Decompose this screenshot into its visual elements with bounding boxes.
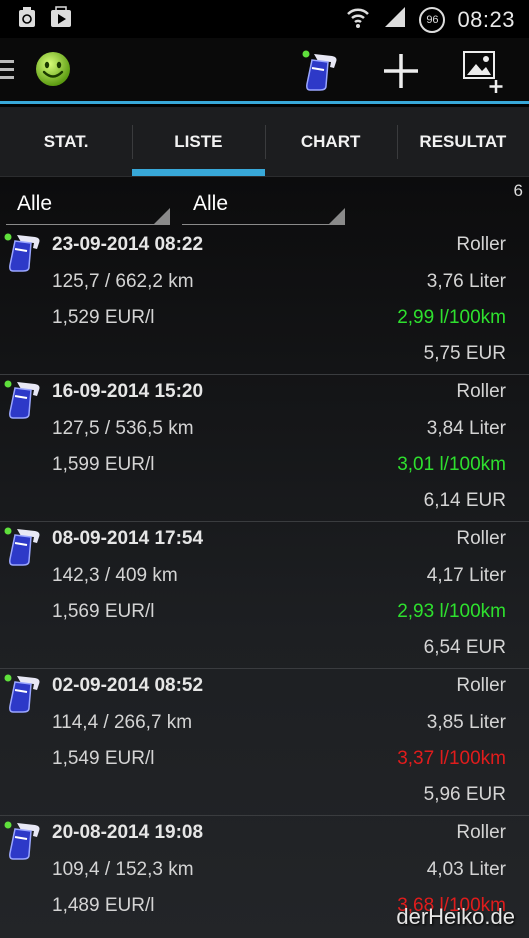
fuel-pump-icon bbox=[3, 231, 45, 278]
recycle-icon bbox=[18, 6, 36, 33]
entry-vehicle: Roller bbox=[456, 675, 506, 696]
menu-icon[interactable] bbox=[0, 60, 14, 84]
fuel-pump-icon bbox=[3, 672, 45, 719]
entry-price-per-liter: 1,489 EUR/l bbox=[52, 895, 155, 916]
fuel-entry-list[interactable]: Alle Alle 6 23-09-2014 08:22 125,7 / 662,… bbox=[0, 177, 529, 938]
entry-date: 08-09-2014 17:54 bbox=[52, 528, 204, 549]
action-bar bbox=[0, 38, 529, 104]
tab-resultat[interactable]: RESULTAT bbox=[396, 107, 529, 176]
fuel-pump-icon bbox=[3, 378, 45, 425]
dropdown-arrow-icon bbox=[329, 208, 345, 224]
battery-level: 96 bbox=[426, 13, 439, 26]
vehicle-filter-dropdown[interactable]: Alle bbox=[6, 187, 170, 225]
entry-distance: 127,5 / 536,5 km bbox=[52, 418, 194, 439]
entry-vehicle: Roller bbox=[456, 381, 506, 402]
status-time: 08:23 bbox=[457, 6, 515, 32]
entry-consumption: 2,93 l/100km bbox=[397, 601, 506, 622]
entry-liters: 4,17 Liter bbox=[426, 565, 506, 586]
tab-label: CHART bbox=[300, 131, 361, 151]
entry-liters: 3,85 Liter bbox=[426, 712, 506, 733]
tab-label: LISTE bbox=[174, 131, 223, 151]
entry-price-per-liter: 1,549 EUR/l bbox=[52, 748, 155, 769]
dropdown-arrow-icon bbox=[154, 208, 170, 224]
entry-price-per-liter: 1,599 EUR/l bbox=[52, 454, 155, 475]
tab-chart[interactable]: CHART bbox=[264, 107, 397, 176]
fuel-pump-icon bbox=[3, 525, 45, 572]
entry-date: 02-09-2014 08:52 bbox=[52, 675, 204, 696]
app-smiley-icon[interactable] bbox=[34, 50, 72, 88]
entry-count: 6 bbox=[513, 181, 523, 200]
list-item[interactable]: 08-09-2014 17:54 142,3 / 409 km 1,569 EUR/… bbox=[0, 523, 529, 669]
entry-vehicle: Roller bbox=[456, 528, 506, 549]
tab-stat[interactable]: STAT. bbox=[0, 107, 132, 176]
entry-distance: 114,4 / 266,7 km bbox=[52, 712, 193, 733]
fuel-filter-dropdown[interactable]: Alle bbox=[182, 187, 345, 225]
entry-distance: 125,7 / 662,2 km bbox=[52, 271, 194, 292]
status-bar: 96 08:23 bbox=[0, 0, 529, 38]
vehicle-filter-value: Alle bbox=[17, 192, 53, 215]
entry-liters: 3,84 Liter bbox=[426, 418, 506, 439]
entry-date: 16-09-2014 15:20 bbox=[52, 381, 204, 402]
entry-cost: 5,96 EUR bbox=[423, 784, 506, 805]
entry-consumption: 3,01 l/100km bbox=[397, 454, 506, 475]
play-store-icon bbox=[50, 6, 72, 33]
filter-bar: Alle Alle 6 bbox=[0, 177, 529, 229]
entry-date: 20-08-2014 19:08 bbox=[52, 822, 204, 843]
list-item[interactable]: 23-09-2014 08:22 125,7 / 662,2 km 1,529 EU… bbox=[0, 229, 529, 375]
tab-label: RESULTAT bbox=[419, 131, 507, 151]
entry-consumption: 2,99 l/100km bbox=[397, 307, 506, 328]
entry-vehicle: Roller bbox=[456, 822, 506, 843]
entry-price-per-liter: 1,569 EUR/l bbox=[52, 601, 155, 622]
fuel-pump-icon bbox=[3, 819, 45, 866]
entry-price-per-liter: 1,529 EUR/l bbox=[52, 307, 155, 328]
wifi-icon bbox=[345, 4, 371, 35]
entry-date: 23-09-2014 08:22 bbox=[52, 234, 204, 255]
watermark: derHeiko.de bbox=[396, 904, 515, 929]
tab-liste[interactable]: LISTE bbox=[132, 107, 265, 176]
entry-cost: 6,54 EUR bbox=[423, 637, 506, 658]
tab-label: STAT. bbox=[43, 131, 89, 151]
battery-icon: 96 bbox=[419, 6, 446, 33]
entry-vehicle: Roller bbox=[456, 234, 506, 255]
entry-cost: 5,75 EUR bbox=[423, 343, 506, 364]
entry-consumption: 3,37 l/100km bbox=[397, 748, 506, 769]
entry-distance: 109,4 / 152,3 km bbox=[52, 859, 194, 880]
fuel-filter-value: Alle bbox=[193, 192, 229, 215]
add-picture-icon[interactable] bbox=[462, 50, 506, 99]
tab-bar: STAT. LISTE CHART RESULTAT bbox=[0, 107, 529, 177]
list-item[interactable]: 02-09-2014 08:52 114,4 / 266,7 km 1,549 EU… bbox=[0, 670, 529, 816]
entry-liters: 3,76 Liter bbox=[426, 271, 506, 292]
fuel-pump-icon[interactable] bbox=[300, 50, 342, 97]
add-icon[interactable] bbox=[382, 52, 420, 95]
entry-liters: 4,03 Liter bbox=[426, 859, 506, 880]
entry-cost: 6,14 EUR bbox=[423, 490, 506, 511]
signal-icon bbox=[383, 5, 407, 34]
list-item[interactable]: 16-09-2014 15:20 127,5 / 536,5 km 1,599 EU… bbox=[0, 376, 529, 522]
entry-distance: 142,3 / 409 km bbox=[52, 565, 178, 586]
